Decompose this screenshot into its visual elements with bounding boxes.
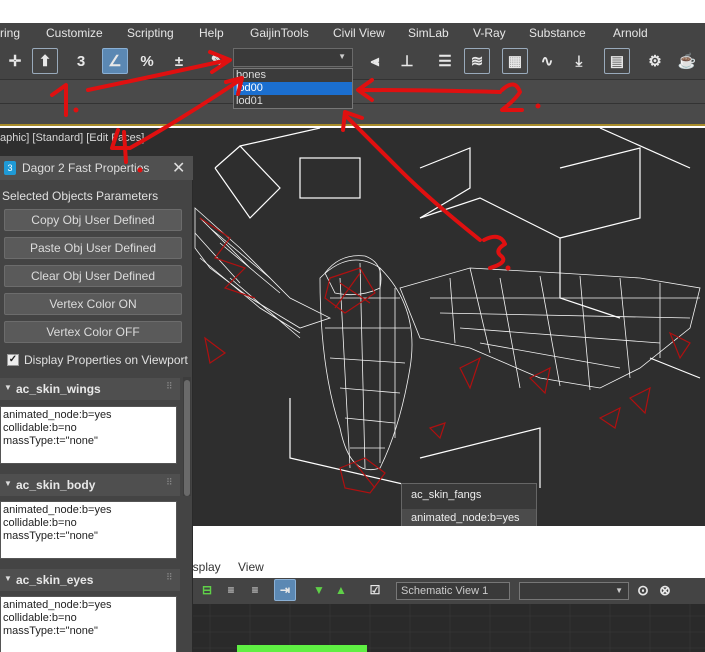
property-line: massType:t="none" [3,435,98,447]
dagor-fast-properties-panel: 3 Dagor 2 Fast Properties ✕ Selected Obj… [0,156,193,652]
schematic-menu-display[interactable]: isplay [190,560,221,574]
menu-customize[interactable]: Customize [46,26,103,40]
expand-icon[interactable]: ≡ [220,578,242,602]
checkbox-icon[interactable]: ☑ [364,578,386,602]
rollout-header[interactable]: ▼ ac_skin_body ⠿ [0,474,180,496]
named-selection-set-combo[interactable]: ▼ [233,48,353,67]
mirror-icon[interactable]: ⫷ [362,48,388,74]
vertex-color-off-button[interactable]: Vertex Color OFF [4,321,182,343]
move-up-icon[interactable]: ▲ [330,578,352,602]
menu-gaijintools[interactable]: GaijinTools [250,26,309,40]
snap-3d-icon[interactable]: 3 [68,48,94,74]
close-icon[interactable]: ⊗ [654,578,676,602]
clear-obj-user-defined-button[interactable]: Clear Obj User Defined [4,265,182,287]
schematic-menu-view[interactable]: View [238,560,264,574]
property-line: animated_node:b=yes [3,504,112,516]
align-icon[interactable]: ⊥ [394,48,420,74]
schematic-view-name-field[interactable]: Schematic View 1 [396,582,510,600]
hierarchy-mode-icon[interactable]: ⊟ [196,578,218,602]
collapse-triangle-icon: ▼ [4,574,12,583]
schematic-menu-bar: isplay View [190,558,705,578]
move-down-icon[interactable]: ▼ [308,578,330,602]
toggle-ribbon-icon[interactable]: ▦ [502,48,528,74]
section-title: Selected Objects Parameters [2,189,159,203]
dropdown-option-lod00[interactable]: lod00 [234,82,352,95]
object-tooltip: ac_skin_fangs animated_node:b=yes [401,483,537,526]
dropdown-option-bones[interactable]: bones [234,69,352,82]
panel-title: Dagor 2 Fast Properties [22,161,150,175]
property-line: animated_node:b=yes [3,409,112,421]
scene-explorer-icon[interactable]: ☰ [432,48,458,74]
schematic-node[interactable] [237,645,367,652]
curve-editor-icon[interactable]: ∿ [534,48,560,74]
property-line: massType:t="none" [3,530,98,542]
menu-vray[interactable]: V-Ray [473,26,506,40]
collapse-triangle-icon: ▼ [4,383,12,392]
collapse-triangle-icon: ▼ [4,479,12,488]
menu-substance[interactable]: Substance [529,26,586,40]
rollout-name: ac_skin_body [16,478,96,492]
drag-grip-icon[interactable]: ⠿ [166,572,173,583]
collapse-icon[interactable]: ≡ [244,578,266,602]
menu-arnold[interactable]: Arnold [613,26,648,40]
property-line: collidable:b=no [3,422,77,434]
close-icon[interactable]: ✕ [172,158,185,178]
render-setup-icon[interactable]: ⚙ [642,48,668,74]
chevron-down-icon: ▼ [338,52,346,61]
viewport-label[interactable]: aphic] [Standard] [Edit Faces] [0,132,144,144]
panel-scrollbar-thumb[interactable] [184,380,190,496]
rollout-name: ac_skin_eyes [16,573,94,587]
rollout-name: ac_skin_wings [16,382,101,396]
material-editor-icon[interactable]: ▤ [604,48,630,74]
render-frame-icon[interactable]: ☕ [674,48,700,74]
property-line: collidable:b=no [3,612,77,624]
drag-grip-icon[interactable]: ⠿ [166,381,173,392]
schematic-view-icon[interactable]: ⤓ [566,48,592,74]
properties-textbox[interactable]: animated_node:b=yes collidable:b=no mass… [0,501,177,559]
menu-civil-view[interactable]: Civil View [333,26,385,40]
forward-icon[interactable]: ⊙ [632,578,654,602]
properties-textbox[interactable]: animated_node:b=yes collidable:b=no mass… [0,596,177,652]
properties-textbox[interactable]: animated_node:b=yes collidable:b=no mass… [0,406,177,464]
copy-obj-user-defined-button[interactable]: Copy Obj User Defined [4,209,182,231]
menu-scripting[interactable]: Scripting [127,26,174,40]
property-line: massType:t="none" [3,625,98,637]
selection-set-dropdown: bones lod00 lod01 [233,68,353,109]
tooltip-object-name: ac_skin_fangs [411,489,482,501]
menu-rendering[interactable]: ring [0,26,20,40]
menu-help[interactable]: Help [199,26,224,40]
vertex-color-on-button[interactable]: Vertex Color ON [4,293,182,315]
angle-snap-icon[interactable]: ∠ [102,48,128,74]
edit-named-selection-icon[interactable]: ✎ [204,48,230,74]
dropdown-option-lod01[interactable]: lod01 [234,95,352,108]
display-properties-checkbox[interactable]: ✓ [7,354,19,366]
display-properties-label: Display Properties on Viewport [24,353,188,367]
move-icon[interactable]: ✛ [2,48,28,74]
rollout-header[interactable]: ▼ ac_skin_eyes ⠿ [0,569,180,591]
property-line: collidable:b=no [3,517,77,529]
percent-snap-icon[interactable]: % [134,48,160,74]
property-line: animated_node:b=yes [3,599,112,611]
select-object-icon[interactable]: ⬆ [32,48,58,74]
tooltip-property: animated_node:b=yes [402,509,536,526]
arrange-icon[interactable]: ⇥ [274,579,296,601]
app-icon: 3 [4,161,16,175]
chevron-down-icon: ▼ [615,586,623,595]
panel-title-bar[interactable]: 3 Dagor 2 Fast Properties ✕ [0,156,193,180]
paste-obj-user-defined-button[interactable]: Paste Obj User Defined [4,237,182,259]
spinner-snap-icon[interactable]: ± [166,48,192,74]
drag-grip-icon[interactable]: ⠿ [166,477,173,488]
menu-bar: ring Customize Scripting Help GaijinTool… [0,23,705,44]
layer-explorer-icon[interactable]: ≋ [464,48,490,74]
schematic-search-combo[interactable]: ▼ [519,582,629,600]
menu-simlab[interactable]: SimLab [408,26,449,40]
rollout-header[interactable]: ▼ ac_skin_wings ⠿ [0,378,180,400]
